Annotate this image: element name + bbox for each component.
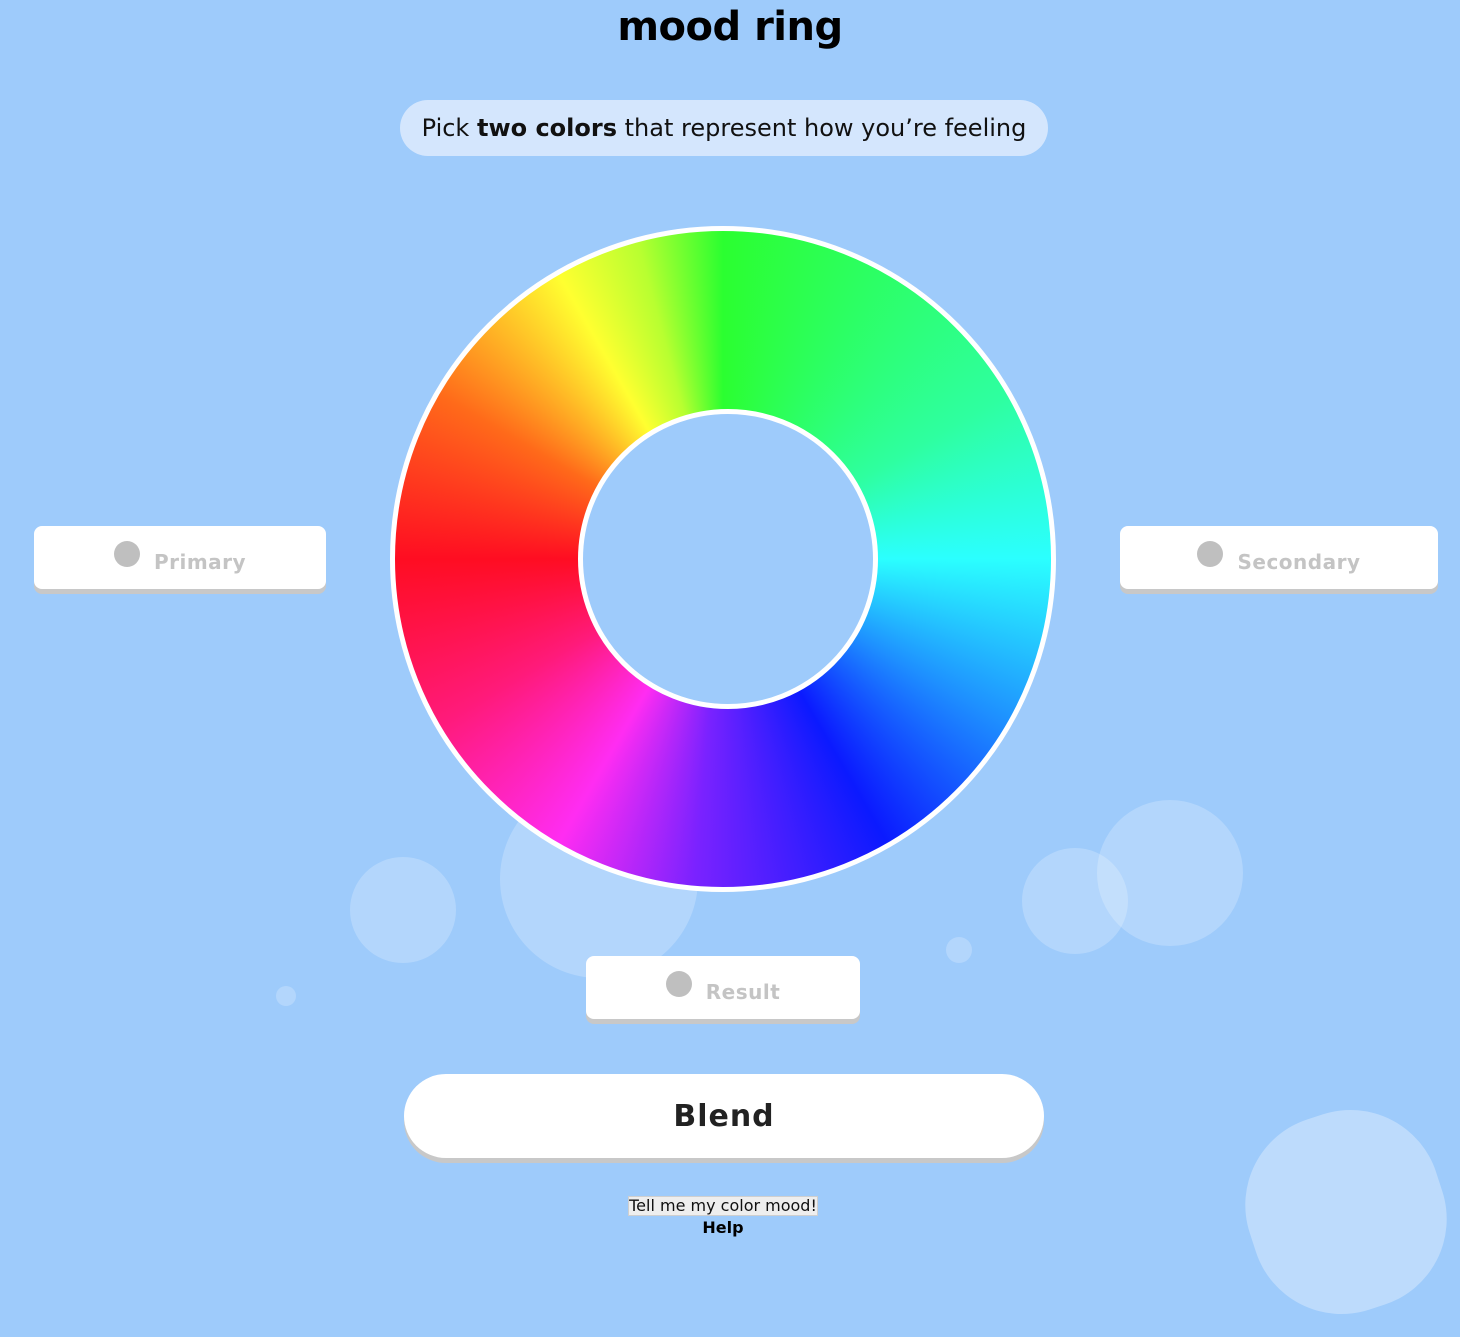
secondary-label: Secondary [1237,549,1361,574]
secondary-color-dot [1197,540,1224,567]
decor-bubble [1022,848,1128,954]
primary-color-dot [113,540,140,567]
color-mood-button[interactable]: Tell me my color mood! [628,1196,818,1216]
app-title: mood ring [617,4,843,50]
result-swatch: Result [586,956,860,1019]
decor-bubble [1097,800,1243,946]
color-wheel[interactable] [390,226,1056,892]
decor-bubble [350,857,456,963]
color-wheel-center [578,409,878,709]
primary-label: Primary [153,549,247,574]
result-color-dot [665,970,692,997]
blend-button[interactable]: Blend [404,1074,1044,1158]
decor-bubble [946,937,972,963]
primary-swatch[interactable]: Primary [34,526,326,589]
decor-bubble [276,986,296,1006]
decor-rounded-square [1221,1086,1460,1337]
instruction-banner: Pick two colors that represent how you’r… [400,100,1048,156]
instruction-emphasis: two colors [476,114,618,142]
result-label: Result [705,979,781,1004]
help-link[interactable]: Help [0,1218,1446,1237]
secondary-swatch[interactable]: Secondary [1120,526,1438,589]
instruction-prefix: Pick [421,114,477,142]
instruction-suffix: that represent how you’re feeling [617,114,1027,142]
